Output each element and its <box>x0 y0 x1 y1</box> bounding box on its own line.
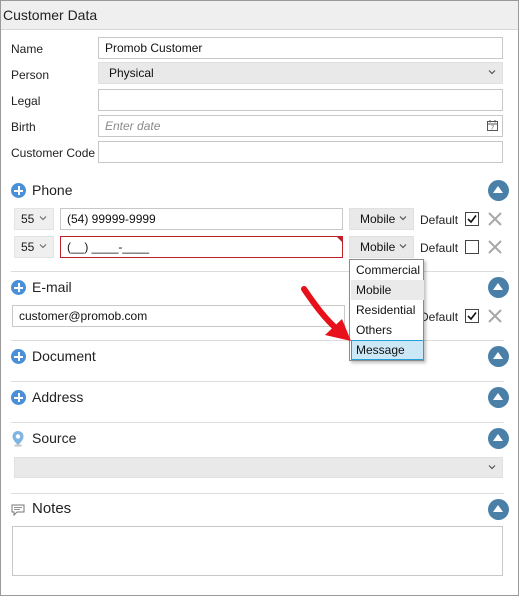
person-select-value: Physical <box>109 66 154 80</box>
checkmark-icon <box>467 312 477 321</box>
customer-code-label: Customer Code <box>11 146 96 160</box>
phone-1-default-label: Default <box>420 213 459 227</box>
dropdown-option-commercial[interactable]: Commercial <box>351 260 424 280</box>
add-address-icon[interactable] <box>11 390 26 405</box>
remove-phone-2-icon[interactable] <box>487 239 503 255</box>
phone-1-number-field[interactable]: (54) 99999-9999 <box>60 208 343 230</box>
notes-section-header: Notes <box>11 499 151 521</box>
birth-date-field[interactable]: Enter date 7 <box>98 115 503 137</box>
section-divider <box>11 422 504 423</box>
remove-email-icon[interactable] <box>487 308 503 324</box>
dropdown-option-mobile[interactable]: Mobile <box>351 280 424 300</box>
dropdown-option-message[interactable]: Message <box>351 340 424 360</box>
chevron-down-icon <box>488 465 496 470</box>
person-select[interactable]: Physical <box>98 62 503 84</box>
phone-2-code-value: 55 <box>21 240 35 254</box>
phone-1-type-select[interactable]: Mobile <box>349 208 414 230</box>
phone-2-default-checkbox[interactable] <box>465 240 479 254</box>
document-title: Document <box>32 348 96 364</box>
email-collapse-icon[interactable] <box>488 277 509 298</box>
speech-bubble-icon <box>11 504 25 516</box>
validation-error-icon <box>336 236 343 243</box>
add-document-icon[interactable] <box>11 349 26 364</box>
phone-1-default-checkbox[interactable] <box>465 212 479 226</box>
section-divider <box>11 340 504 341</box>
phone-2-type-select[interactable]: Mobile <box>349 236 414 258</box>
phone-1-type-value: Mobile <box>360 212 396 226</box>
section-divider <box>11 493 504 494</box>
map-pin-icon <box>12 431 24 447</box>
chevron-down-icon <box>399 244 407 249</box>
name-label: Name <box>11 42 44 56</box>
email-default-label: Default <box>420 310 459 324</box>
chevron-down-icon <box>39 244 47 249</box>
address-title: Address <box>32 389 84 405</box>
legal-field[interactable] <box>98 89 503 111</box>
person-label: Person <box>11 68 50 82</box>
annotation-arrow-icon <box>301 286 351 341</box>
phone-2-number-field[interactable]: (__) ____-____ <box>60 236 343 258</box>
source-section-header: Source <box>11 428 151 450</box>
address-collapse-icon[interactable] <box>488 387 509 408</box>
source-select[interactable] <box>14 457 503 478</box>
phone-title: Phone <box>32 182 73 198</box>
phone-2-country-code[interactable]: 55 <box>14 236 54 258</box>
phone-type-dropdown-list: Commercial Mobile Residential Others Mes… <box>349 259 424 361</box>
calendar-icon[interactable]: 7 <box>487 120 498 131</box>
section-divider <box>11 381 504 382</box>
notes-title: Notes <box>32 500 72 517</box>
chevron-down-icon <box>39 216 47 221</box>
remove-phone-1-icon[interactable] <box>487 211 503 227</box>
birth-date-placeholder: Enter date <box>105 119 161 133</box>
notes-textarea[interactable] <box>12 526 503 576</box>
email-default-checkbox[interactable] <box>465 309 479 323</box>
source-title: Source <box>32 430 77 446</box>
notes-collapse-icon[interactable] <box>488 499 509 520</box>
address-section-header[interactable]: Address <box>11 387 151 409</box>
phone-1-country-code[interactable]: 55 <box>14 208 54 230</box>
add-phone-icon[interactable] <box>11 183 26 198</box>
phone-2-default-label: Default <box>420 241 459 255</box>
chevron-down-icon <box>399 216 407 221</box>
name-field[interactable]: Promob Customer <box>98 37 503 59</box>
customer-code-field[interactable] <box>98 141 503 163</box>
window-title: Customer Data <box>3 7 98 23</box>
legal-label: Legal <box>11 94 41 108</box>
document-collapse-icon[interactable] <box>488 346 509 367</box>
checkmark-icon <box>467 215 477 224</box>
chevron-down-icon <box>488 70 496 75</box>
phone-2-type-value: Mobile <box>360 240 396 254</box>
birth-label: Birth <box>11 120 36 134</box>
phone-section-header[interactable]: Phone <box>11 180 131 202</box>
dropdown-option-residential[interactable]: Residential <box>351 300 424 320</box>
phone-1-code-value: 55 <box>21 212 35 226</box>
title-bar: Customer Data <box>1 1 518 30</box>
add-email-icon[interactable] <box>11 280 26 295</box>
phone-collapse-icon[interactable] <box>488 180 509 201</box>
section-divider <box>11 271 504 272</box>
dropdown-option-others[interactable]: Others <box>351 320 424 340</box>
email-section-header[interactable]: E-mail <box>11 277 131 299</box>
email-title: E-mail <box>32 279 72 295</box>
source-collapse-icon[interactable] <box>488 428 509 449</box>
document-section-header[interactable]: Document <box>11 346 151 368</box>
